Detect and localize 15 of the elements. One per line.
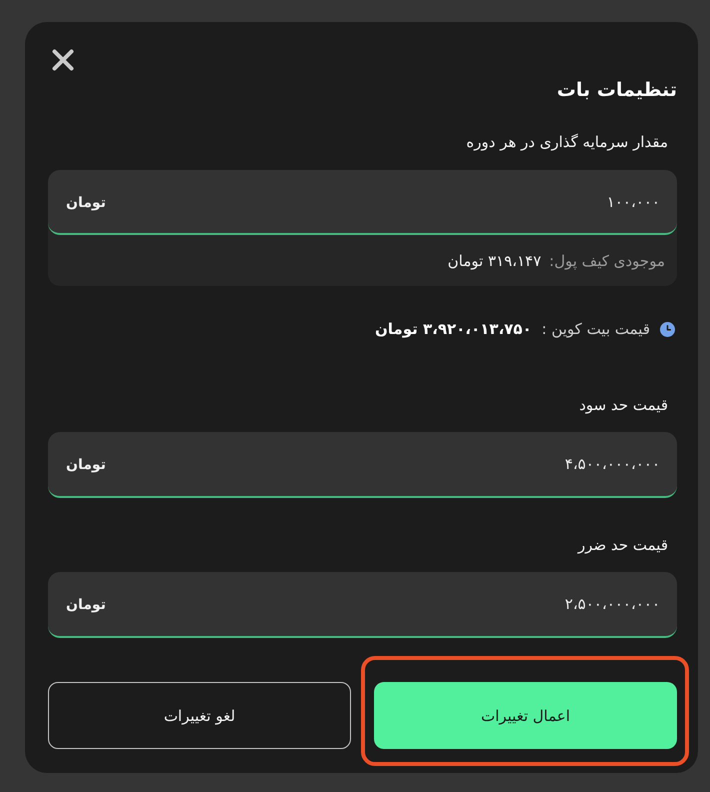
bitcoin-price-label: قیمت بیت کوین : (542, 320, 650, 338)
wallet-balance-label: موجودی کیف پول: (549, 252, 665, 270)
close-icon[interactable] (52, 49, 74, 71)
wallet-balance-value: ۳۱۹،۱۴۷ تومان (448, 252, 542, 270)
currency-label: تومان (66, 457, 106, 473)
field-label: مقدار سرمایه گذاری در هر دوره (466, 132, 668, 153)
clock-icon (660, 322, 675, 336)
dialog-title: تنظیمات بات (556, 78, 677, 103)
currency-label: تومان (66, 597, 106, 613)
apply-changes-button[interactable]: اعمال تغییرات (374, 682, 677, 749)
field-label: قیمت حد ضرر (578, 535, 668, 556)
currency-label: تومان (66, 194, 106, 210)
field-label: قیمت حد سود (579, 395, 668, 416)
bitcoin-price-value: ۳،۹۲۰،۰۱۳،۷۵۰ تومان (374, 320, 532, 338)
cancel-changes-button[interactable]: لغو تغییرات (48, 682, 351, 749)
